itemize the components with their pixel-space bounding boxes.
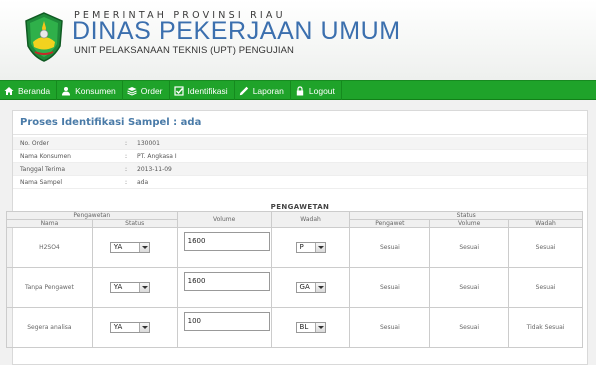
status-select[interactable]: YA [109, 322, 150, 333]
header-agency: DINAS PEKERJAAN UMUM [72, 17, 401, 45]
cell-status-volume: Sesuai [429, 307, 510, 348]
nav-item-logout[interactable]: Logout [291, 81, 342, 100]
stack-icon [127, 86, 137, 96]
main-nav: Beranda Konsumen Order Identifikasi Lapo… [0, 80, 596, 100]
info-value: 2013-11-09 [137, 165, 172, 173]
nav-item-identifikasi[interactable]: Identifikasi [170, 81, 235, 100]
cell-status-pengawet: Sesuai [349, 307, 431, 348]
preservation-table: Pengawetan Volume Wadah Status Nama Stat… [6, 211, 583, 348]
status-select[interactable]: YA [109, 282, 150, 293]
info-label: Nama Konsumen [20, 152, 71, 160]
table-group-header-row: Pengawetan Volume Wadah Status [6, 211, 583, 228]
wadah-select[interactable]: BL [295, 322, 326, 333]
nav-item-label: Laporan [252, 85, 284, 96]
cell-status-pengawet: Sesuai [349, 227, 431, 268]
table-row: H2SO4 YA 1600 P Sesuai Sesuai Sesuai [6, 227, 583, 268]
nav-item-beranda[interactable]: Beranda [0, 81, 58, 100]
chevron-down-icon [138, 283, 149, 292]
header-status-select: Status [91, 219, 178, 228]
order-info: No. Order : 130001 Nama Konsumen : PT. A… [13, 137, 587, 189]
header-status-volume: Volume [429, 219, 510, 228]
info-label: Nama Sampel [20, 178, 63, 186]
nav-item-laporan[interactable]: Laporan [235, 81, 291, 100]
section-title: PENGAWETAN [270, 203, 330, 211]
info-value: PT. Angkasa I [137, 152, 177, 160]
cell-status-wadah: Sesuai [508, 227, 583, 268]
status-select[interactable]: YA [109, 242, 150, 253]
header-status: Status [349, 211, 583, 220]
cell-status-volume: Sesuai [429, 227, 510, 268]
nav-item-label: Konsumen [75, 85, 116, 96]
cell-status-wadah: Sesuai [508, 267, 583, 308]
cell-nama: H2SO4 [6, 227, 93, 268]
volume-input[interactable]: 1600 [183, 272, 270, 291]
site-header: PEMERINTAH PROVINSI RIAU DINAS PEKERJAAN… [0, 0, 596, 80]
riau-emblem-logo [25, 12, 63, 62]
pencil-icon [239, 86, 248, 95]
info-value: 130001 [137, 139, 160, 147]
header-volume: Volume [176, 211, 272, 228]
nav-item-konsumen[interactable]: Konsumen [57, 81, 123, 100]
header-wadah: Wadah [270, 211, 351, 228]
chevron-down-icon [138, 243, 149, 252]
users-icon [62, 86, 71, 95]
chevron-down-icon [314, 243, 325, 252]
content-area: Proses Identifikasi Sampel : ada No. Ord… [0, 100, 596, 365]
wadah-select[interactable]: P [295, 242, 326, 253]
table-row: Tanpa Pengawet YA 1600 GA Sesuai Sesuai … [6, 267, 583, 308]
wadah-select[interactable]: GA [295, 282, 326, 293]
chevron-down-icon [138, 323, 149, 332]
cell-nama: Segera analisa [6, 307, 93, 348]
info-value: ada [137, 178, 149, 186]
info-row-sample-name: Nama Sampel : ada [13, 176, 587, 189]
header-status-wadah: Wadah [508, 219, 583, 228]
lock-icon [296, 85, 304, 95]
nav-item-label: Beranda [18, 85, 51, 96]
header-unit: UNIT PELAKSANAAN TEKNIS (UPT) PENGUJIAN [74, 45, 294, 56]
nav-item-label: Order [140, 85, 163, 96]
checkbox-icon [173, 85, 184, 96]
info-row-received-date: Tanggal Terima : 2013-11-09 [13, 163, 587, 176]
chevron-down-icon [314, 283, 325, 292]
cell-status-pengawet: Sesuai [349, 267, 431, 308]
header-status-pengawet: Pengawet [349, 219, 431, 228]
header-nama: Nama [6, 219, 93, 228]
info-row-order-number: No. Order : 130001 [13, 137, 587, 150]
nav-item-label: Identifikasi [187, 85, 228, 96]
cell-status-wadah: Tidak Sesuai [508, 307, 583, 348]
table-row: Segera analisa YA 100 BL Sesuai Sesuai T… [6, 307, 583, 348]
home-icon [4, 86, 14, 95]
cell-status-volume: Sesuai [429, 267, 510, 308]
nav-item-order[interactable]: Order [123, 81, 170, 100]
header-pengawetan: Pengawetan [6, 211, 178, 220]
volume-input[interactable]: 100 [183, 312, 270, 331]
info-label: No. Order [20, 139, 49, 147]
page-title: Proses Identifikasi Sampel : ada [13, 111, 587, 135]
info-row-customer-name: Nama Konsumen : PT. Angkasa I [13, 150, 587, 163]
info-label: Tanggal Terima [20, 165, 66, 173]
chevron-down-icon [314, 323, 325, 332]
volume-input[interactable]: 1600 [183, 232, 270, 251]
cell-nama: Tanpa Pengawet [6, 267, 93, 308]
nav-item-label: Logout [308, 85, 335, 96]
